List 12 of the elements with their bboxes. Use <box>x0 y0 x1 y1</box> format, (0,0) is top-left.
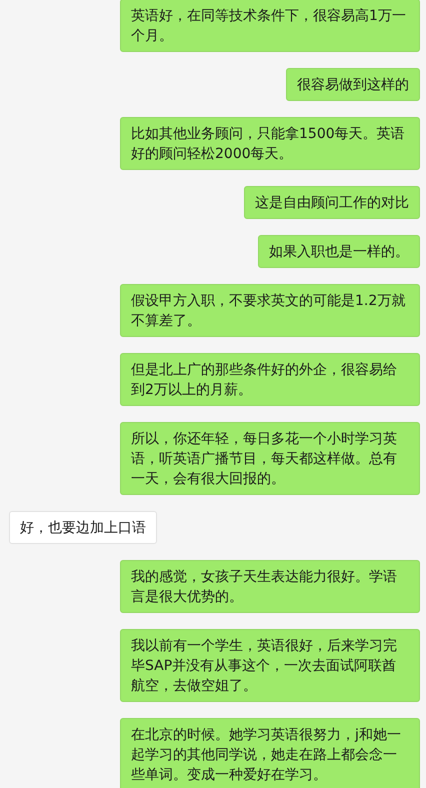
sent-message-bubble: 所以，你还年轻，每日多花一个小时学习英语，听英语广播节目，每天都这样做。总有一天，会有很大回报的。 <box>120 422 420 495</box>
sent-message-bubble: 我的感觉，女孩子天生表达能力很好。学语言是很大优势的。 <box>120 560 420 613</box>
sent-message-bubble: 在北京的时候。她学习英语很努力，j和她一起学习的其他同学说，她走在路上都会念一些单词。变成一种爱好在学习。 <box>120 718 420 788</box>
sent-message-bubble: 假设甲方入职，不要求英文的可能是1.2万就不算差了。 <box>120 284 420 337</box>
sent-message-bubble: 我以前有一个学生，英语很好，后来学习完毕SAP并没有从事这个，一次去面试阿联酋航空，去做空姐了。 <box>120 629 420 702</box>
sent-message-bubble: 如果入职也是一样的。 <box>258 235 420 268</box>
sent-message-bubble: 英语好，在同等技术条件下，很容易高1万一个月。 <box>120 0 420 52</box>
received-message-bubble: 好，也要边加上口语 <box>9 511 157 544</box>
sent-message-bubble: 这是自由顾问工作的对比 <box>244 186 420 219</box>
sent-message-bubble: 很容易做到这样的 <box>286 68 420 101</box>
sent-message-bubble: 但是北上广的那些条件好的外企，很容易给到2万以上的月薪。 <box>120 353 420 406</box>
sent-message-bubble: 比如其他业务顾问，只能拿1500每天。英语好的顾问轻松2000每天。 <box>120 117 420 170</box>
